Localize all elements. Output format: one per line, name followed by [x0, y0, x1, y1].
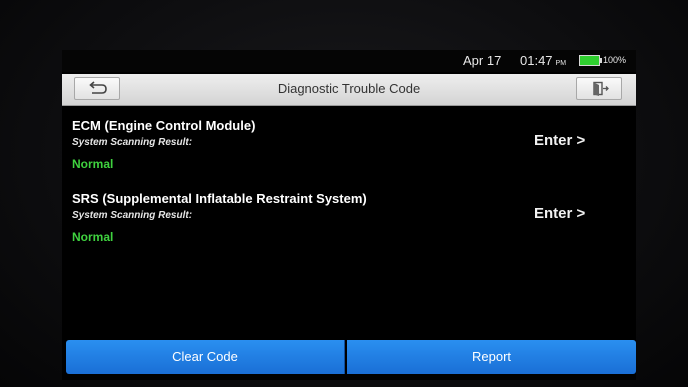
- scan-result-label: System Scanning Result:: [72, 210, 193, 221]
- scan-status: Normal: [72, 157, 114, 171]
- page-title: Diagnostic Trouble Code: [277, 81, 421, 96]
- status-date: Apr 17: [463, 53, 502, 68]
- status-time-value: 01:47: [520, 53, 553, 68]
- status-bar: Apr 17 01:47 PM 100%: [62, 50, 636, 72]
- system-name: ECM (Engine Control Module): [72, 118, 256, 133]
- battery-tip: [600, 58, 602, 63]
- battery-percent: 100%: [603, 55, 627, 65]
- exit-button[interactable]: [576, 77, 622, 100]
- system-name: SRS (Supplemental Inflatable Restraint S…: [72, 191, 367, 206]
- device-screen: Apr 17 01:47 PM 100% Diagnostic Trouble C…: [62, 50, 636, 380]
- report-button[interactable]: Report: [347, 340, 636, 374]
- battery-icon: [579, 55, 600, 66]
- enter-button-ecm[interactable]: Enter >: [534, 132, 585, 149]
- scan-result-label: System Scanning Result:: [72, 137, 193, 148]
- system-entry-ecm: ECM (Engine Control Module) System Scann…: [72, 118, 632, 182]
- status-time: 01:47 PM: [520, 53, 566, 68]
- enter-button-srs[interactable]: Enter >: [534, 205, 585, 222]
- scan-status: Normal: [72, 230, 114, 244]
- bottom-button-bar: Clear Code Report: [66, 340, 636, 374]
- system-entry-srs: SRS (Supplemental Inflatable Restraint S…: [72, 191, 632, 255]
- clear-code-button[interactable]: Clear Code: [66, 340, 345, 374]
- status-ampm: PM: [555, 60, 567, 67]
- title-bar: Diagnostic Trouble Code: [62, 74, 636, 106]
